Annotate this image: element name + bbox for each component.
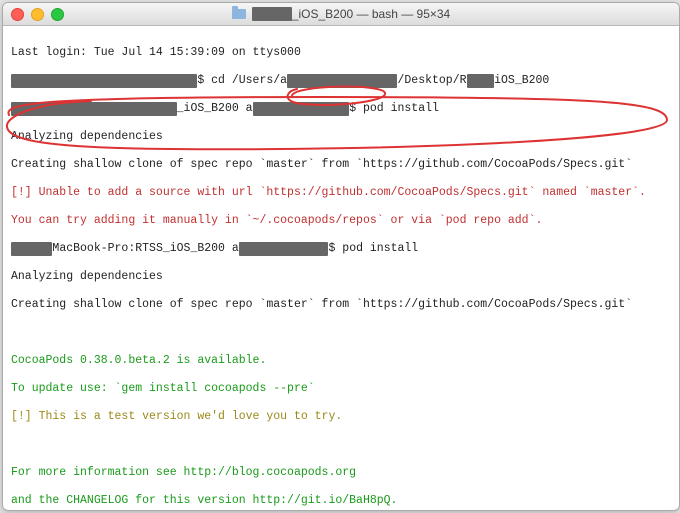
text: iOS_B200 (494, 74, 549, 87)
line: Analyzing dependencies (11, 130, 671, 144)
text: /Desktop/R (397, 74, 466, 87)
redacted: AXXXXXXXXXXXXXXXXXXXXXXXXXX (11, 74, 197, 88)
line: XXXXXXXXXXXXXXXXXXXXXXXX_iOS_B200 aXXXXX… (11, 102, 671, 116)
redacted: XXXXXXXXXXXXXXXXXXXXXXXX (11, 102, 177, 116)
text: $ pod install (328, 242, 418, 255)
line: Creating shallow clone of spec repo `mas… (11, 158, 671, 172)
redacted: XXXXXXXXXXXXXX (253, 102, 350, 116)
line: AXXXXXXXXXXXXXXXXXXXXXXXXXX$ cd /Users/a… (11, 74, 671, 88)
line: Last login: Tue Jul 14 15:39:09 on ttys0… (11, 46, 671, 60)
text: _iOS_B200 a (177, 102, 253, 115)
redacted: XXXXXXXXXXXXXXXX (287, 74, 397, 88)
error-line: You can try adding it manually in `~/.co… (11, 214, 671, 228)
error-line: [!] Unable to add a source with url `htt… (11, 186, 671, 200)
blank-line (11, 438, 671, 452)
window-title: XXXXX_iOS_B200 — bash — 95×34 (3, 7, 679, 21)
titlebar: XXXXX_iOS_B200 — bash — 95×34 (3, 3, 679, 26)
terminal-window: XXXXX_iOS_B200 — bash — 95×34 Last login… (2, 2, 680, 511)
text: MacBook-Pro:RTSS_iOS_B200 a (52, 242, 238, 255)
annotation-circle-command (282, 54, 392, 138)
line: Analyzing dependencies (11, 270, 671, 284)
title-redacted: XXXXX (252, 7, 292, 21)
terminal-body[interactable]: Last login: Tue Jul 14 15:39:09 on ttys0… (3, 26, 679, 510)
info-line: and the CHANGELOG for this version http:… (11, 494, 671, 508)
line: XXXXXXMacBook-Pro:RTSS_iOS_B200 aXXXXXXX… (11, 242, 671, 256)
info-line: To update use: `gem install cocoapods --… (11, 382, 671, 396)
redacted: XXXXXXXXXXXXX (239, 242, 329, 256)
info-line: For more information see http://blog.coc… (11, 466, 671, 480)
redacted: XXXX (467, 74, 495, 88)
notice-line: [!] This is a test version we'd love you… (11, 410, 671, 424)
info-line: CocoaPods 0.38.0.beta.2 is available. (11, 354, 671, 368)
title-text: _iOS_B200 — bash — 95×34 (292, 7, 450, 21)
redacted: XXXXXX (11, 242, 52, 256)
folder-icon (232, 9, 246, 19)
text: $ pod install (349, 102, 439, 115)
blank-line (11, 326, 671, 340)
text: $ cd /Users/a (197, 74, 287, 87)
line: Creating shallow clone of spec repo `mas… (11, 298, 671, 312)
